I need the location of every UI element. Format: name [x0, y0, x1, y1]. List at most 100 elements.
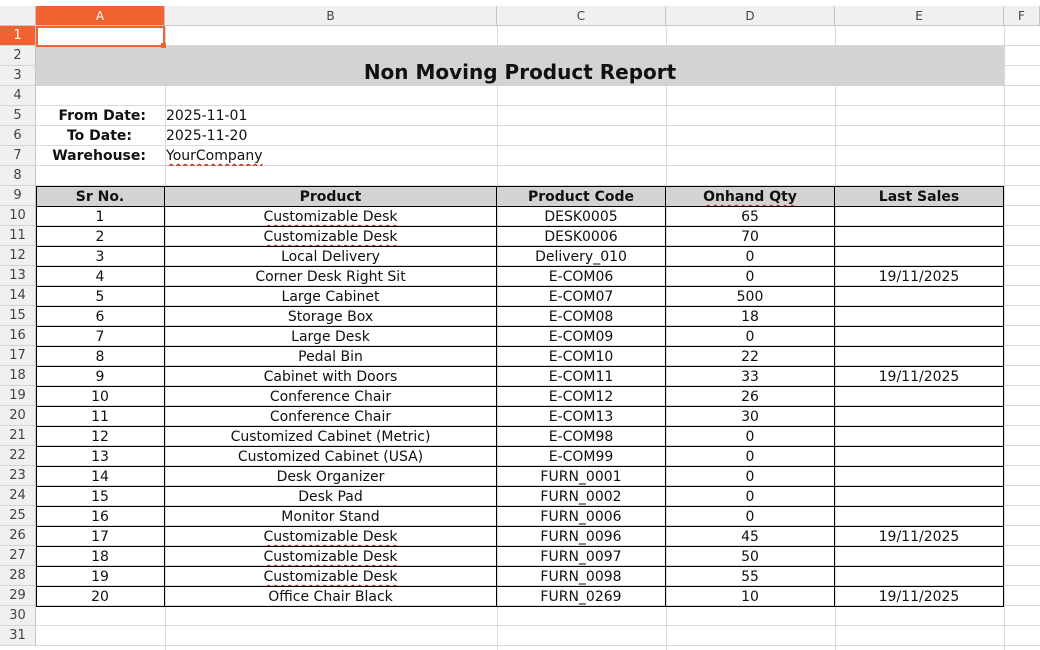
table-cell-product-code[interactable]: Delivery_010: [497, 247, 666, 267]
table-cell-onhand-qty[interactable]: 18: [666, 307, 835, 327]
row-header-9[interactable]: 9: [0, 186, 36, 206]
table-cell-product-code[interactable]: DESK0005: [497, 207, 666, 227]
table-cell-sr-no[interactable]: 2: [36, 227, 165, 247]
row-header-29[interactable]: 29: [0, 586, 36, 606]
table-cell-product-code[interactable]: E-COM09: [497, 327, 666, 347]
row-header-18[interactable]: 18: [0, 366, 36, 386]
row-header-7[interactable]: 7: [0, 146, 36, 166]
table-cell-onhand-qty[interactable]: 33: [666, 367, 835, 387]
table-cell-product-code[interactable]: FURN_0001: [497, 467, 666, 487]
column-header-c[interactable]: C: [497, 6, 666, 26]
table-cell-sr-no[interactable]: 4: [36, 267, 165, 287]
table-cell-product[interactable]: Large Cabinet: [165, 287, 497, 307]
table-cell-product[interactable]: Cabinet with Doors: [165, 367, 497, 387]
row-header-5[interactable]: 5: [0, 106, 36, 126]
row-header-17[interactable]: 17: [0, 346, 36, 366]
table-cell-product-code[interactable]: FURN_0002: [497, 487, 666, 507]
table-cell-last-sales[interactable]: [835, 287, 1004, 307]
table-cell-onhand-qty[interactable]: 55: [666, 567, 835, 587]
table-cell-product[interactable]: Large Desk: [165, 327, 497, 347]
table-cell-sr-no[interactable]: 5: [36, 287, 165, 307]
table-cell-sr-no[interactable]: 7: [36, 327, 165, 347]
table-cell-last-sales[interactable]: [835, 507, 1004, 527]
table-cell-sr-no[interactable]: 19: [36, 567, 165, 587]
row-header-11[interactable]: 11: [0, 226, 36, 246]
table-cell-last-sales[interactable]: [835, 447, 1004, 467]
row-header-1[interactable]: 1: [0, 26, 36, 46]
fill-handle[interactable]: [161, 43, 166, 48]
table-cell-onhand-qty[interactable]: 50: [666, 547, 835, 567]
select-all-corner[interactable]: [0, 6, 36, 26]
table-cell-last-sales[interactable]: [835, 567, 1004, 587]
table-cell-product-code[interactable]: FURN_0006: [497, 507, 666, 527]
row-header-3[interactable]: 3: [0, 66, 36, 86]
table-cell-sr-no[interactable]: 12: [36, 427, 165, 447]
row-header-14[interactable]: 14: [0, 286, 36, 306]
table-cell-onhand-qty[interactable]: 45: [666, 527, 835, 547]
table-cell-product[interactable]: Conference Chair: [165, 407, 497, 427]
table-cell-product-code[interactable]: E-COM99: [497, 447, 666, 467]
table-cell-product-code[interactable]: DESK0006: [497, 227, 666, 247]
warehouse-value[interactable]: YourCompany: [166, 146, 366, 166]
row-header-2[interactable]: 2: [0, 46, 36, 66]
table-cell-product[interactable]: Customizable Desk: [165, 527, 497, 547]
table-cell-onhand-qty[interactable]: 10: [666, 587, 835, 607]
row-header-16[interactable]: 16: [0, 326, 36, 346]
row-header-23[interactable]: 23: [0, 466, 36, 486]
table-cell-sr-no[interactable]: 11: [36, 407, 165, 427]
table-cell-last-sales[interactable]: [835, 307, 1004, 327]
table-cell-product[interactable]: Customized Cabinet (USA): [165, 447, 497, 467]
row-header-15[interactable]: 15: [0, 306, 36, 326]
table-cell-sr-no[interactable]: 20: [36, 587, 165, 607]
table-cell-product[interactable]: Corner Desk Right Sit: [165, 267, 497, 287]
table-cell-last-sales[interactable]: 19/11/2025: [835, 527, 1004, 547]
table-cell-last-sales[interactable]: [835, 347, 1004, 367]
table-cell-onhand-qty[interactable]: 0: [666, 427, 835, 447]
table-cell-sr-no[interactable]: 18: [36, 547, 165, 567]
row-header-30[interactable]: 30: [0, 606, 36, 626]
table-cell-sr-no[interactable]: 3: [36, 247, 165, 267]
table-cell-last-sales[interactable]: [835, 547, 1004, 567]
column-header-b[interactable]: B: [165, 6, 497, 26]
table-cell-last-sales[interactable]: [835, 427, 1004, 447]
table-cell-product[interactable]: Storage Box: [165, 307, 497, 327]
table-cell-product[interactable]: Customizable Desk: [165, 567, 497, 587]
table-cell-product[interactable]: Conference Chair: [165, 387, 497, 407]
table-cell-last-sales[interactable]: [835, 467, 1004, 487]
row-header-4[interactable]: 4: [0, 86, 36, 106]
table-cell-product-code[interactable]: E-COM98: [497, 427, 666, 447]
table-cell-onhand-qty[interactable]: 0: [666, 487, 835, 507]
table-cell-last-sales[interactable]: 19/11/2025: [835, 267, 1004, 287]
row-header-22[interactable]: 22: [0, 446, 36, 466]
row-header-19[interactable]: 19: [0, 386, 36, 406]
table-cell-onhand-qty[interactable]: 0: [666, 247, 835, 267]
table-cell-product[interactable]: Local Delivery: [165, 247, 497, 267]
table-cell-sr-no[interactable]: 10: [36, 387, 165, 407]
from-date-value[interactable]: 2025-11-01: [166, 106, 366, 126]
table-cell-product[interactable]: Customizable Desk: [165, 547, 497, 567]
spreadsheet-grid[interactable]: ABCDEF 1 2 3 4 5 6 7 8 9 10 11 12 13 14 15 16 17 18 19 20 21…: [0, 0, 1040, 650]
table-cell-onhand-qty[interactable]: 0: [666, 447, 835, 467]
table-cell-last-sales[interactable]: [835, 247, 1004, 267]
table-cell-product[interactable]: Customizable Desk: [165, 227, 497, 247]
table-cell-product-code[interactable]: FURN_0096: [497, 527, 666, 547]
table-cell-sr-no[interactable]: 6: [36, 307, 165, 327]
table-cell-last-sales[interactable]: [835, 487, 1004, 507]
table-cell-product-code[interactable]: E-COM08: [497, 307, 666, 327]
table-cell-sr-no[interactable]: 9: [36, 367, 165, 387]
table-cell-last-sales[interactable]: 19/11/2025: [835, 367, 1004, 387]
column-header-e[interactable]: E: [835, 6, 1004, 26]
table-cell-onhand-qty[interactable]: 500: [666, 287, 835, 307]
table-cell-product-code[interactable]: E-COM13: [497, 407, 666, 427]
table-cell-sr-no[interactable]: 1: [36, 207, 165, 227]
row-header-25[interactable]: 25: [0, 506, 36, 526]
table-cell-onhand-qty[interactable]: 65: [666, 207, 835, 227]
table-cell-last-sales[interactable]: [835, 207, 1004, 227]
row-header-21[interactable]: 21: [0, 426, 36, 446]
table-cell-last-sales[interactable]: [835, 327, 1004, 347]
table-cell-product[interactable]: Pedal Bin: [165, 347, 497, 367]
table-cell-onhand-qty[interactable]: 26: [666, 387, 835, 407]
row-header-28[interactable]: 28: [0, 566, 36, 586]
row-header-20[interactable]: 20: [0, 406, 36, 426]
table-cell-onhand-qty[interactable]: 0: [666, 467, 835, 487]
